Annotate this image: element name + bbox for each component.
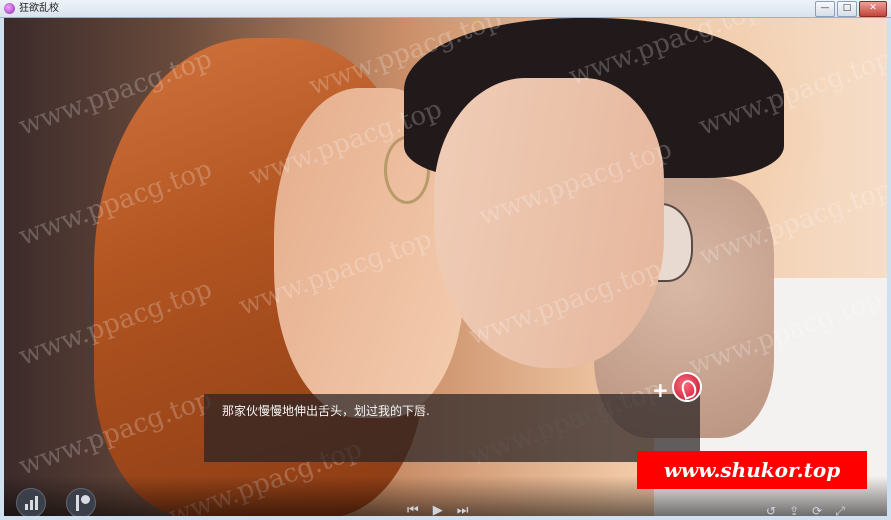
maximize-button[interactable]: □ xyxy=(837,1,857,17)
quick-menu: ↺ ⇪ ⟳ ⤢ xyxy=(766,504,858,516)
skip-icon[interactable]: ⏭ xyxy=(457,504,469,517)
site-banner: www.shukor.top xyxy=(637,451,867,489)
patreon-icon xyxy=(76,495,90,511)
previous-icon[interactable]: ⏮ xyxy=(407,504,419,517)
media-controls: ⏮ ▶ ⏭ xyxy=(407,504,482,517)
window-title: 狂欲乱校 xyxy=(19,3,59,14)
load-icon[interactable]: ⟳ xyxy=(812,504,822,516)
close-button[interactable]: ✕ xyxy=(859,1,887,17)
window-controls: — □ ✕ xyxy=(813,1,887,17)
play-icon[interactable]: ▶ xyxy=(433,504,443,517)
scene-artwork[interactable]: www.ppacg.top www.ppacg.top www.ppacg.to… xyxy=(4,18,887,516)
app-icon xyxy=(4,3,15,14)
fullscreen-icon[interactable]: ⤢ xyxy=(835,504,845,516)
minimize-button[interactable]: — xyxy=(815,1,835,17)
flame-heart-icon[interactable] xyxy=(672,372,702,402)
dialogue-box[interactable]: 那家伙慢慢地伸出舌头，划过我的下唇. xyxy=(204,394,700,462)
window-titlebar[interactable]: 狂欲乱校 — □ ✕ xyxy=(0,0,891,18)
game-frame: www.ppacg.top www.ppacg.top www.ppacg.to… xyxy=(0,18,891,520)
patreon-button[interactable] xyxy=(66,488,96,516)
plus-icon[interactable]: + xyxy=(652,380,669,400)
dialogue-text: 那家伙慢慢地伸出舌头，划过我的下唇. xyxy=(222,404,430,418)
save-icon[interactable]: ⇪ xyxy=(789,504,799,516)
stats-button[interactable] xyxy=(16,488,46,516)
rollback-icon[interactable]: ↺ xyxy=(766,504,776,516)
bar-chart-icon xyxy=(25,496,40,510)
